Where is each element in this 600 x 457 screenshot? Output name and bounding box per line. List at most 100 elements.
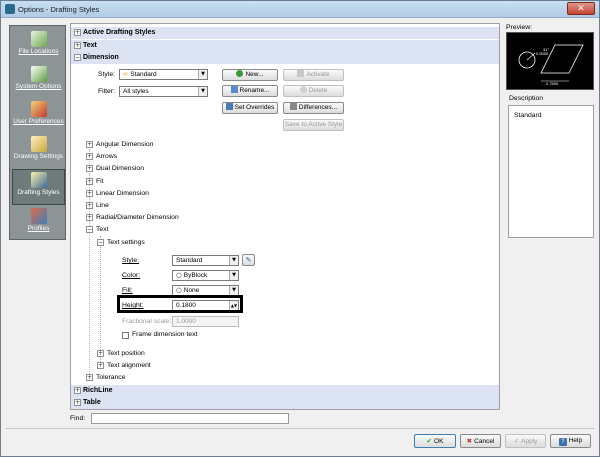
section-label: Active Drafting Styles [83, 29, 156, 36]
preview-label: Preview: [506, 24, 533, 31]
frame-dimension-text-checkbox[interactable] [122, 332, 129, 339]
color-combo[interactable]: ○ ByBlock ▼ [172, 270, 239, 281]
collapse-icon[interactable]: − [86, 226, 93, 233]
nav-user-preferences[interactable]: User Preferences [12, 99, 65, 133]
expand-icon[interactable]: + [97, 350, 104, 357]
profiles-icon [30, 208, 47, 224]
description-box: Standard [508, 105, 594, 238]
chevron-down-icon[interactable]: ▼ [229, 271, 238, 280]
tree-item-line[interactable]: Line [96, 201, 109, 210]
expand-icon[interactable]: + [86, 165, 93, 172]
expand-icon[interactable]: + [74, 399, 81, 406]
save-to-active-style-button[interactable]: Save to Active Style [283, 119, 344, 131]
settings-panel: Active Drafting Styles + Text + Dimensio… [70, 23, 500, 410]
combo-value: ByBlock [183, 272, 208, 279]
tree-item-tolerance[interactable]: Tolerance [96, 373, 125, 382]
find-input[interactable] [91, 413, 289, 424]
section-dimension[interactable]: Dimension [71, 52, 499, 64]
section-active-drafting-styles[interactable]: Active Drafting Styles [71, 27, 499, 39]
filter-combo[interactable]: All styles ▼ [119, 86, 208, 97]
chevron-down-icon[interactable]: ▼ [229, 256, 238, 265]
apply-button[interactable]: ✓ Apply [505, 434, 546, 448]
description-label: Description [509, 95, 543, 102]
set-overrides-button[interactable]: Set Overrides [222, 102, 278, 114]
expand-icon[interactable]: + [86, 374, 93, 381]
expand-icon[interactable]: + [86, 153, 93, 160]
collapse-icon[interactable]: − [97, 239, 104, 246]
close-button[interactable]: ✕ [567, 2, 595, 15]
new-button[interactable]: New... [222, 69, 278, 81]
button-label: Set Overrides [234, 104, 275, 111]
nav-profiles[interactable]: Profiles [12, 206, 65, 240]
button-label: Differences... [298, 104, 338, 111]
expand-icon[interactable]: + [86, 178, 93, 185]
chevron-down-icon[interactable]: ▼ [198, 87, 207, 96]
title-bar[interactable]: Options - Drafting Styles ✕ [1, 1, 599, 18]
nav-file-locations[interactable]: File Locations [12, 29, 65, 63]
tree-item-text-alignment[interactable]: Text alignment [107, 361, 151, 370]
activate-button[interactable]: Activate [283, 69, 344, 81]
window-title: Options - Drafting Styles [18, 5, 100, 14]
filter-label: Filter: [98, 88, 115, 95]
button-label: Save to Active Style [284, 121, 343, 128]
button-label: Cancel [474, 438, 495, 445]
color-swatch-icon: ○ [176, 271, 184, 279]
collapse-icon[interactable]: − [74, 54, 81, 61]
button-label: Activate [306, 71, 330, 78]
tree-item-arrows[interactable]: Arrows [96, 152, 117, 161]
section-table[interactable]: Table [71, 397, 499, 409]
tree-item-text[interactable]: Text [96, 225, 108, 234]
tree-item-dual-dimension[interactable]: Dual Dimension [96, 164, 144, 173]
options-category-nav: File Locations System Options User Prefe… [9, 25, 66, 240]
text-style-combo[interactable]: Standard ▼ [172, 255, 239, 266]
button-label: Help [568, 437, 583, 444]
expand-icon[interactable]: + [86, 141, 93, 148]
cancel-button[interactable]: ✖ Cancel [460, 434, 501, 448]
expand-icon[interactable]: + [97, 362, 104, 369]
dimension-style-combo[interactable]: ➪ Standard ▼ [119, 69, 208, 80]
expand-icon[interactable]: + [74, 42, 81, 49]
nav-drafting-styles[interactable]: Drafting Styles [12, 169, 65, 205]
checkmark-icon: ✔ [426, 437, 435, 445]
button-label: Rename... [239, 87, 270, 94]
section-text[interactable]: Text [71, 40, 499, 52]
differences-button[interactable]: Differences... [283, 102, 344, 114]
combo-value: All styles [123, 88, 149, 95]
tree-item-angular-dimension[interactable]: Angular Dimension [96, 140, 153, 149]
fill-swatch-icon: ○ [176, 286, 184, 294]
expand-icon[interactable]: + [86, 214, 93, 221]
text-style-edit-button[interactable]: ✎ [242, 254, 255, 266]
nav-label: Drafting Styles [17, 189, 60, 196]
fill-label: Fill: [122, 287, 133, 294]
delete-button[interactable]: Delete [283, 85, 344, 97]
fractional-scale-value: 1.0000 [176, 318, 196, 325]
expand-icon[interactable]: + [86, 202, 93, 209]
help-button[interactable]: ? Help [550, 434, 591, 448]
fractional-scale-spinner[interactable]: 1.0000 [172, 316, 239, 327]
chevron-down-icon[interactable]: ▼ [198, 70, 207, 79]
tree-item-text-settings[interactable]: Text settings [107, 238, 145, 247]
footer-divider [5, 428, 595, 429]
tree-item-radial-diameter-dimension[interactable]: Radial/Diameter Dimension [96, 213, 179, 222]
style-label: Style: [98, 71, 115, 78]
section-richline[interactable]: RichLine [71, 385, 499, 397]
tree-item-linear-dimension[interactable]: Linear Dimension [96, 189, 149, 198]
section-label: Table [83, 399, 101, 406]
expand-icon[interactable]: + [86, 190, 93, 197]
expand-icon[interactable]: + [74, 387, 81, 394]
preview-dim-text: 2.7500 [546, 81, 559, 86]
combo-value: Standard [130, 71, 157, 78]
nav-label: System Options [15, 83, 62, 90]
rename-button[interactable]: Rename... [222, 85, 278, 97]
nav-system-options[interactable]: System Options [12, 64, 65, 98]
button-label: OK [434, 438, 444, 445]
button-label: Delete [308, 87, 328, 94]
tree-item-fit[interactable]: Fit [96, 177, 104, 186]
ok-button[interactable]: ✔ OK [414, 434, 456, 448]
tree-item-text-position[interactable]: Text position [107, 349, 145, 358]
section-label: Text [83, 42, 97, 49]
expand-icon[interactable]: + [74, 29, 81, 36]
tree-guide [100, 236, 101, 368]
nav-drawing-settings[interactable]: Drawing Settings [12, 134, 65, 168]
chevron-down-icon[interactable]: ▼ [229, 286, 238, 295]
